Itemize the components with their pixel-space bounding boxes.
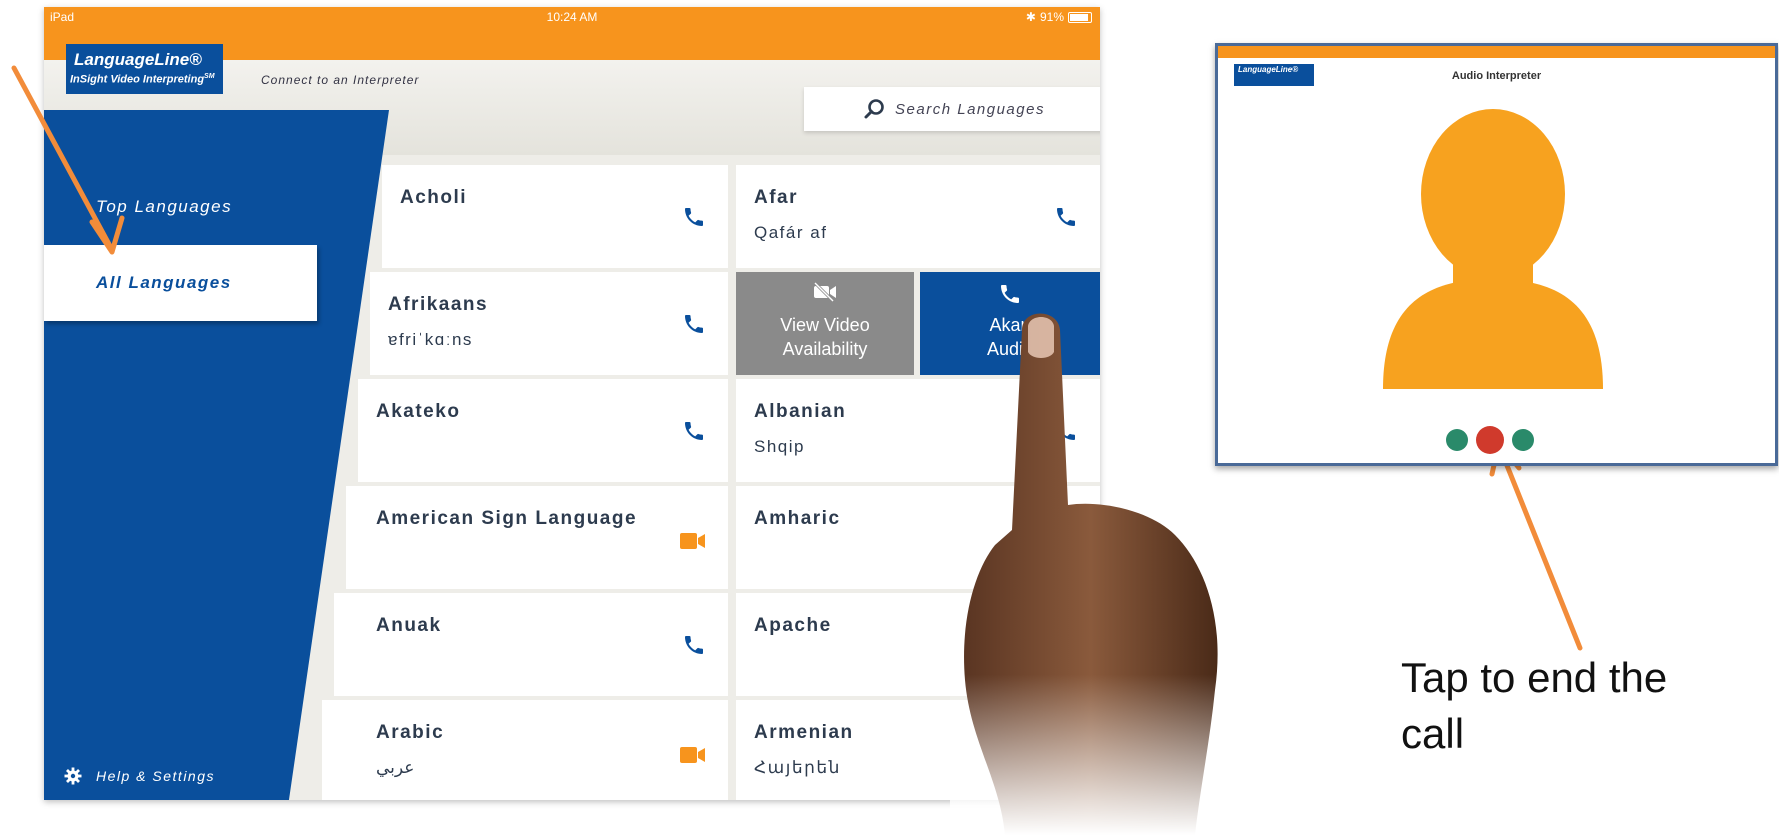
call-title: Audio Interpreter xyxy=(1451,70,1542,82)
speaker-button[interactable] xyxy=(1512,429,1534,451)
end-call-button[interactable] xyxy=(1476,426,1504,454)
caption-text: Tap to end the call xyxy=(1401,654,1668,757)
audio-call-screen: LanguageLine® Audio Interpreter xyxy=(1215,43,1778,466)
call-controls xyxy=(1446,426,1534,454)
call-status-bar xyxy=(1218,46,1775,58)
arrow-to-all-languages xyxy=(11,65,125,255)
arrow-to-end-call xyxy=(1489,440,1583,651)
mute-button[interactable] xyxy=(1446,429,1468,451)
user-avatar-icon xyxy=(1383,109,1603,389)
